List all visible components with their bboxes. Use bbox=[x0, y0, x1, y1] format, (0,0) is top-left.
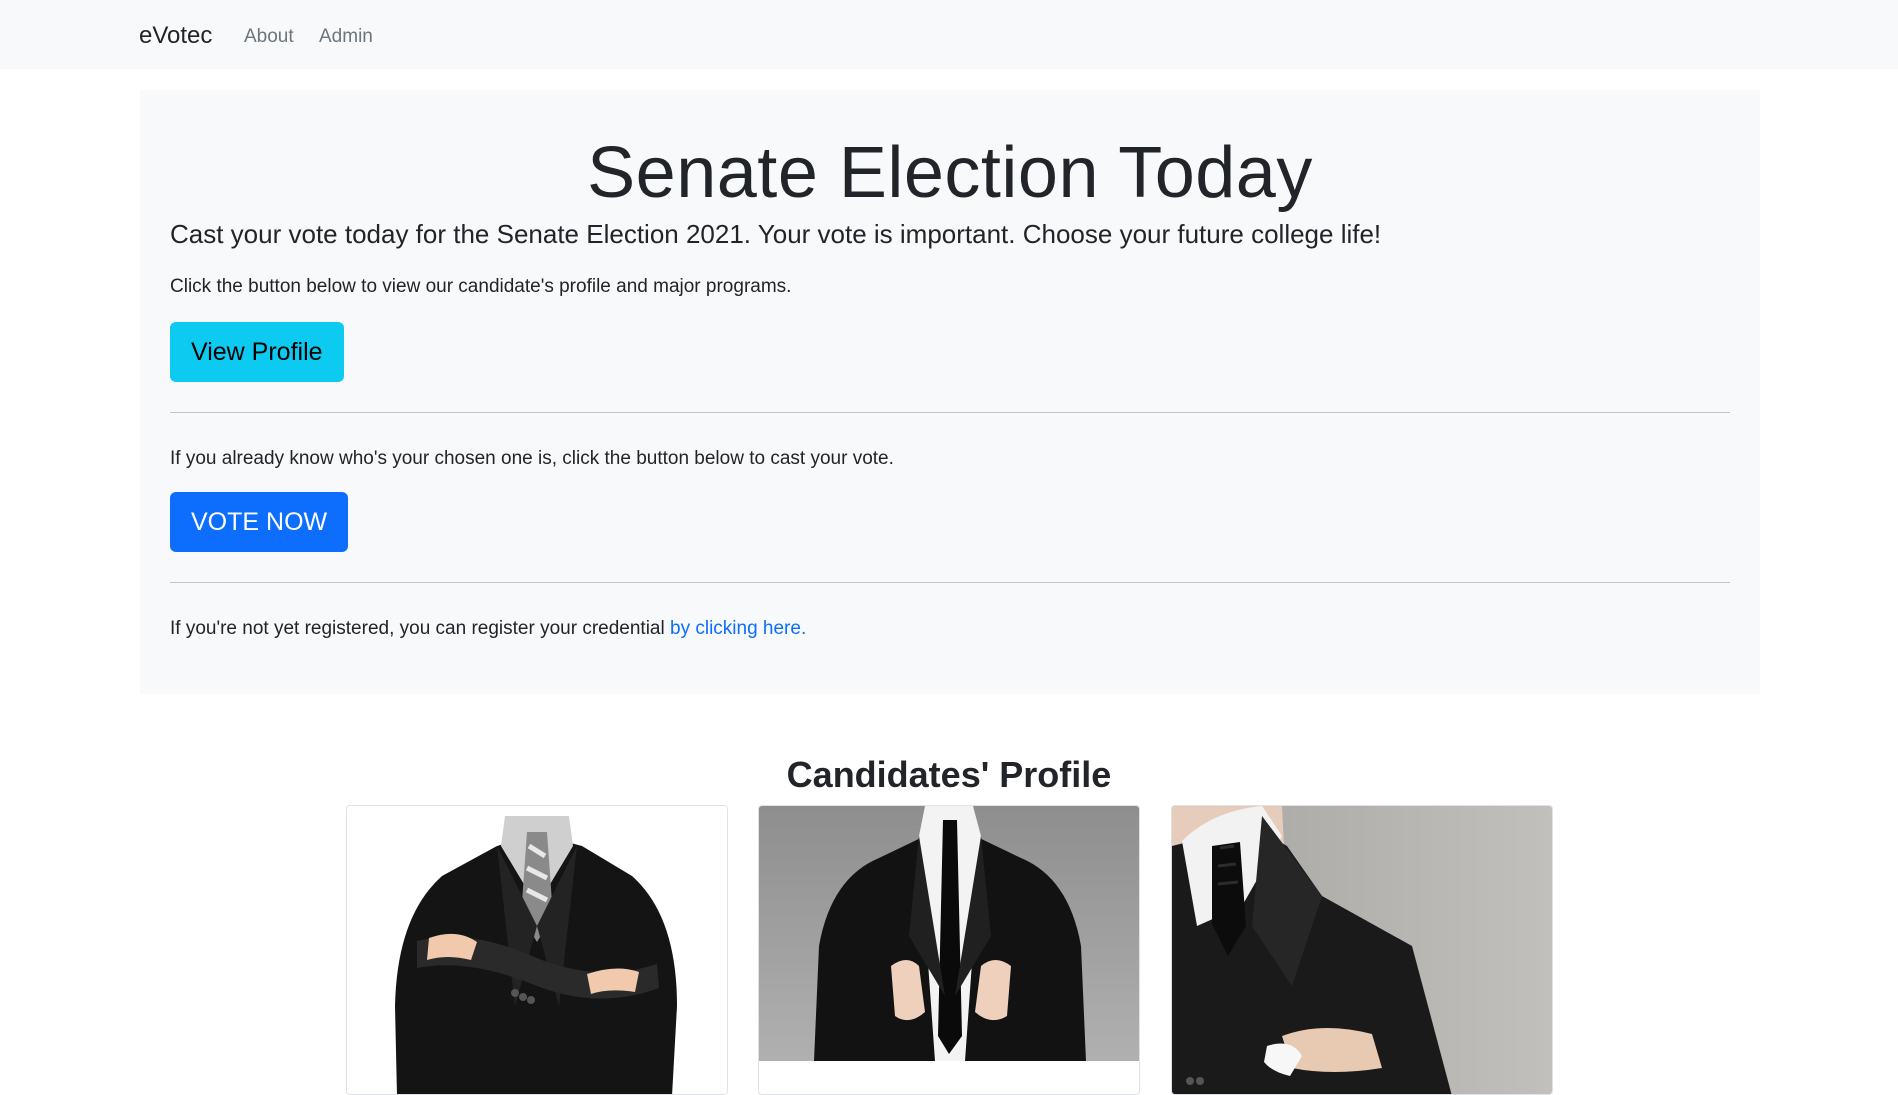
vote-now-button[interactable]: VOTE NOW bbox=[170, 492, 349, 552]
candidate-photo bbox=[347, 806, 727, 1094]
nav-link-admin[interactable]: Admin bbox=[319, 26, 373, 48]
page-title: Senate Election Today bbox=[587, 133, 1313, 213]
view-profile-button[interactable]: View Profile bbox=[170, 322, 344, 382]
register-text: If you're not yet registered, you can re… bbox=[170, 618, 670, 639]
register-link[interactable]: by clicking here. bbox=[670, 618, 806, 639]
divider bbox=[170, 412, 1730, 413]
vote-instruction: If you already know who's your chosen on… bbox=[170, 448, 894, 469]
lead-text: Cast your vote today for the Senate Elec… bbox=[170, 219, 1382, 249]
candidate-card[interactable] bbox=[346, 805, 728, 1095]
divider bbox=[170, 582, 1730, 583]
jumbotron: Senate Election Today Cast your vote tod… bbox=[140, 90, 1760, 694]
brand-link[interactable]: eVotec bbox=[139, 22, 212, 50]
candidate-photo bbox=[1172, 806, 1552, 1094]
navbar: eVotec About Admin bbox=[0, 0, 1898, 69]
profile-instruction: Click the button below to view our candi… bbox=[170, 276, 792, 297]
candidates-title: Candidates' Profile bbox=[786, 754, 1112, 795]
nav-link-about[interactable]: About bbox=[244, 26, 294, 48]
candidate-card[interactable] bbox=[758, 805, 1140, 1095]
candidate-card[interactable] bbox=[1171, 805, 1553, 1095]
register-instruction: If you're not yet registered, you can re… bbox=[170, 618, 806, 640]
candidate-photo bbox=[759, 806, 1139, 1094]
